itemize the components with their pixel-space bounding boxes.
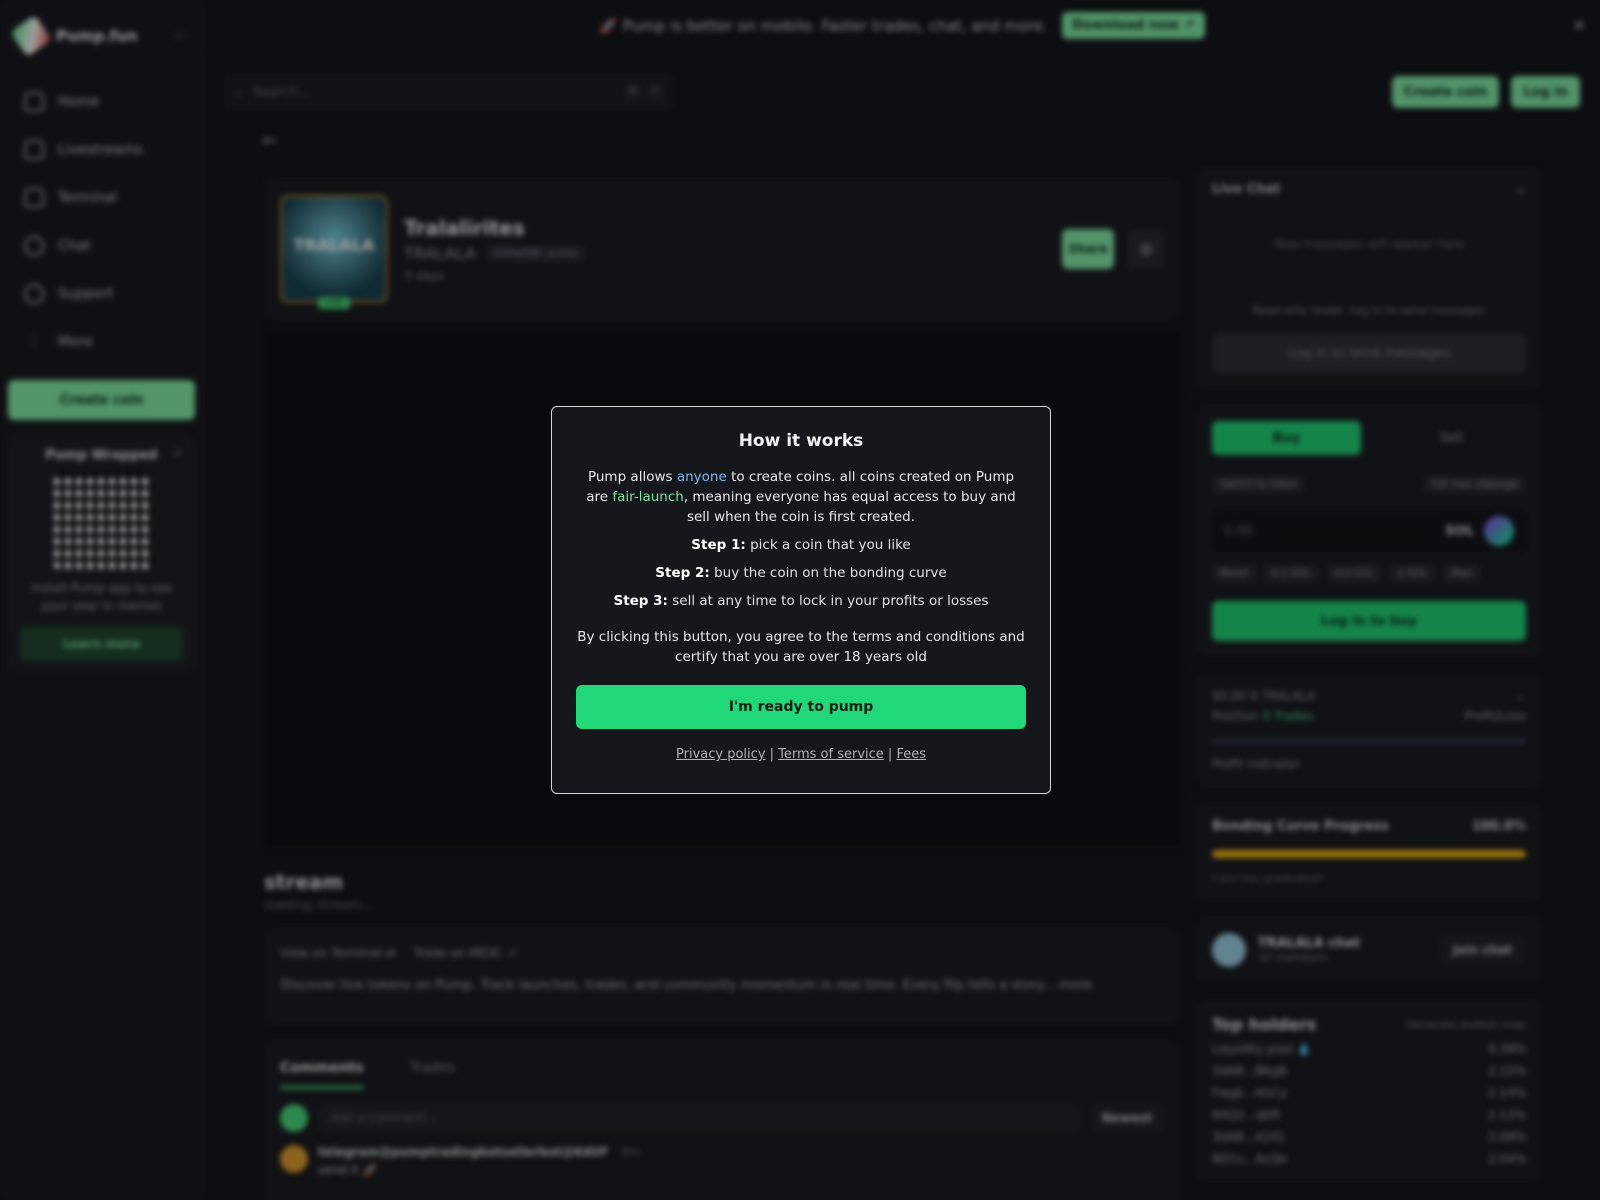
step-text: sell at any time to lock in your profits… [667, 593, 989, 609]
privacy-policy-link[interactable]: Privacy policy [676, 747, 765, 762]
link-separator: | [765, 747, 779, 762]
step-2: Step 2: buy the coin on the bonding curv… [576, 563, 1026, 583]
intro-text-start: Pump allows [587, 469, 677, 485]
step-3: Step 3: sell at any time to lock in your… [576, 591, 1026, 611]
how-it-works-modal: How it works Pump allows anyone to creat… [551, 406, 1051, 794]
step-text: pick a coin that you like [745, 537, 911, 553]
step-1: Step 1: pick a coin that you like [576, 535, 1026, 555]
step-label: Step 3: [613, 593, 668, 609]
step-label: Step 1: [691, 537, 746, 553]
terms-of-service-link[interactable]: Terms of service [778, 747, 884, 762]
anyone-link[interactable]: anyone [677, 469, 727, 485]
modal-title: How it works [738, 431, 864, 451]
step-text: buy the coin on the bonding curve [709, 565, 947, 581]
fair-launch-link[interactable]: fair-launch [612, 489, 683, 505]
terms-text: By clicking this button, you agree to th… [577, 629, 1025, 665]
ready-to-pump-button[interactable]: I'm ready to pump [576, 685, 1026, 729]
modal-intro: Pump allows anyone to create coins. all … [576, 467, 1026, 527]
intro-text-end: , meaning everyone has equal access to b… [683, 489, 1016, 525]
link-separator: | [883, 747, 897, 762]
step-label: Step 2: [655, 565, 710, 581]
modal-footer-links: Privacy policy | Terms of service | Fees [576, 747, 1026, 762]
fees-link[interactable]: Fees [896, 747, 926, 762]
